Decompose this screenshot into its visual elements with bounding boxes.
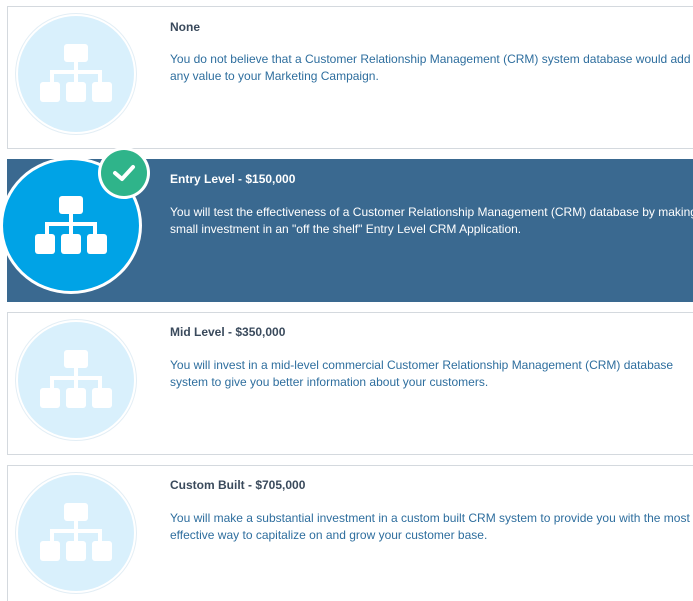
option-title: Mid Level - $350,000 <box>170 325 286 339</box>
option-description: You will invest in a mid-level commercia… <box>170 358 674 389</box>
option-description: You do not believe that a Customer Relat… <box>170 52 691 83</box>
option-card-entry-level[interactable]: Entry Level - $150,000 You will test the… <box>3 150 693 302</box>
selected-checkmark-badge <box>101 150 147 196</box>
option-card-none[interactable]: None You do not believe that a Customer … <box>7 6 693 149</box>
org-chart-icon <box>35 195 107 254</box>
checkmark-icon <box>113 165 135 181</box>
org-chart-icon <box>40 503 112 561</box>
option-icon-circle <box>18 16 134 132</box>
option-icon-circle <box>18 475 134 591</box>
option-card-custom-built[interactable]: Custom Built - $705,000 You will make a … <box>7 465 693 601</box>
option-description: You will test the effectiveness of a Cus… <box>170 205 693 236</box>
option-title: Custom Built - $705,000 <box>170 478 306 492</box>
option-title: Entry Level - $150,000 <box>170 172 296 186</box>
org-chart-icon <box>40 350 112 408</box>
org-chart-icon <box>40 44 112 102</box>
option-description: You will make a substantial investment i… <box>170 511 690 542</box>
option-title: None <box>170 20 200 34</box>
option-icon-circle <box>18 322 134 438</box>
investment-options-list: None You do not believe that a Customer … <box>0 0 693 601</box>
option-card-mid-level[interactable]: Mid Level - $350,000 You will invest in … <box>7 312 693 455</box>
